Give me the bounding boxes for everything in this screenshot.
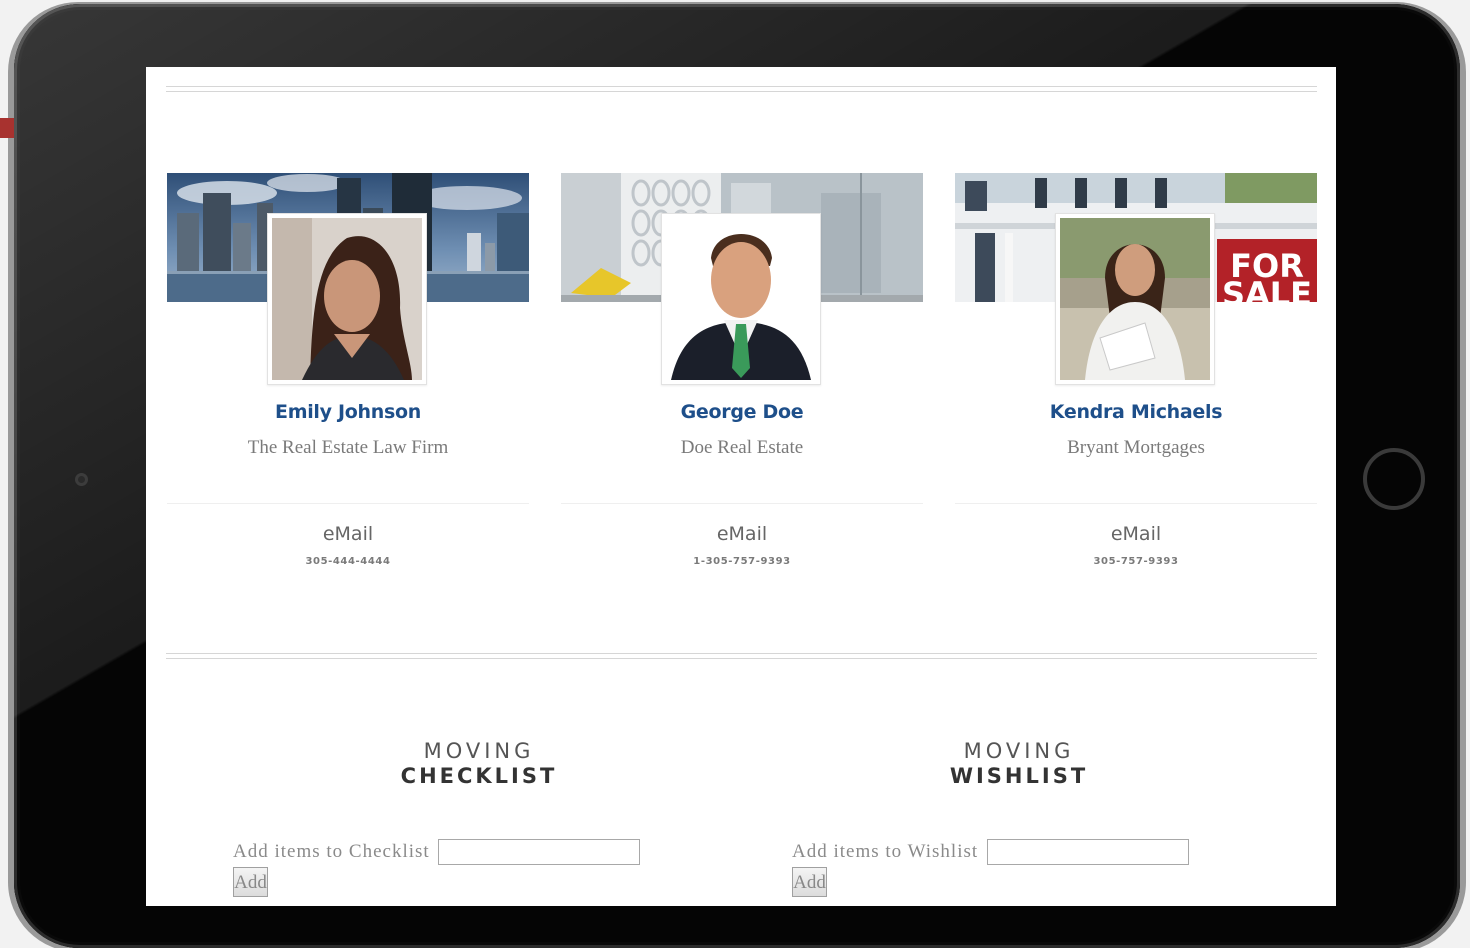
checklist-title: MOVING CHECKLIST xyxy=(319,739,639,788)
wishlist-title: MOVING WISHLIST xyxy=(859,739,1179,788)
screen: Emily Johnson The Real Estate Law Firm e… xyxy=(146,67,1336,906)
checklist-input[interactable] xyxy=(438,839,641,865)
wishlist-title-top: MOVING xyxy=(963,739,1075,763)
card-divider xyxy=(167,503,529,504)
device-mockup: Emily Johnson The Real Estate Law Firm e… xyxy=(0,0,1470,948)
agent-card: Emily Johnson The Real Estate Law Firm e… xyxy=(167,173,529,593)
checklist-add-button[interactable]: Add xyxy=(233,867,268,897)
agent-phone: 1-305-757-9393 xyxy=(693,556,791,567)
agent-phone: 305-757-9393 xyxy=(1093,556,1179,567)
agent-company: Doe Real Estate xyxy=(680,437,804,458)
agent-photo xyxy=(1060,218,1210,380)
home-button[interactable] xyxy=(1363,448,1425,510)
agent-photo-frame xyxy=(1055,213,1215,385)
agent-name[interactable]: George Doe xyxy=(561,401,923,423)
agent-card: FOR SALE Kendra Michaels Bryant Mortgage… xyxy=(955,173,1317,593)
agent-photo-frame xyxy=(661,213,821,385)
checklist-title-top: MOVING xyxy=(423,739,535,763)
agent-name[interactable]: Emily Johnson xyxy=(167,401,529,423)
checklist-label: Add items to Checklist xyxy=(233,841,430,862)
agent-phone: 305-444-4444 xyxy=(305,556,391,567)
agent-photo-frame xyxy=(267,213,427,385)
card-divider xyxy=(561,503,923,504)
card-divider xyxy=(955,503,1317,504)
checklist-form: Add items to Checklist Add xyxy=(233,839,653,897)
wishlist-add-button[interactable]: Add xyxy=(792,867,827,897)
wishlist-title-bottom: WISHLIST xyxy=(949,764,1089,788)
agent-email-link[interactable]: eMail xyxy=(561,523,923,545)
agent-email-link[interactable]: eMail xyxy=(167,523,529,545)
camera-icon xyxy=(75,473,88,486)
agent-company: Bryant Mortgages xyxy=(1067,437,1205,458)
agent-email-link[interactable]: eMail xyxy=(955,523,1317,545)
for-sale-sign-line2: SALE xyxy=(1222,275,1312,302)
section-divider xyxy=(166,653,1317,659)
wishlist-form: Add items to Wishlist Add xyxy=(792,839,1212,897)
agent-name[interactable]: Kendra Michaels xyxy=(955,401,1317,423)
agent-photo xyxy=(666,218,816,380)
agent-photo xyxy=(272,218,422,380)
agent-card: George Doe Doe Real Estate eMail 1-305-7… xyxy=(561,173,923,593)
wishlist-label: Add items to Wishlist xyxy=(792,841,979,862)
top-divider xyxy=(166,86,1317,92)
checklist-title-bottom: CHECKLIST xyxy=(400,764,558,788)
agent-company: The Real Estate Law Firm xyxy=(247,437,449,458)
wishlist-input[interactable] xyxy=(986,839,1189,865)
